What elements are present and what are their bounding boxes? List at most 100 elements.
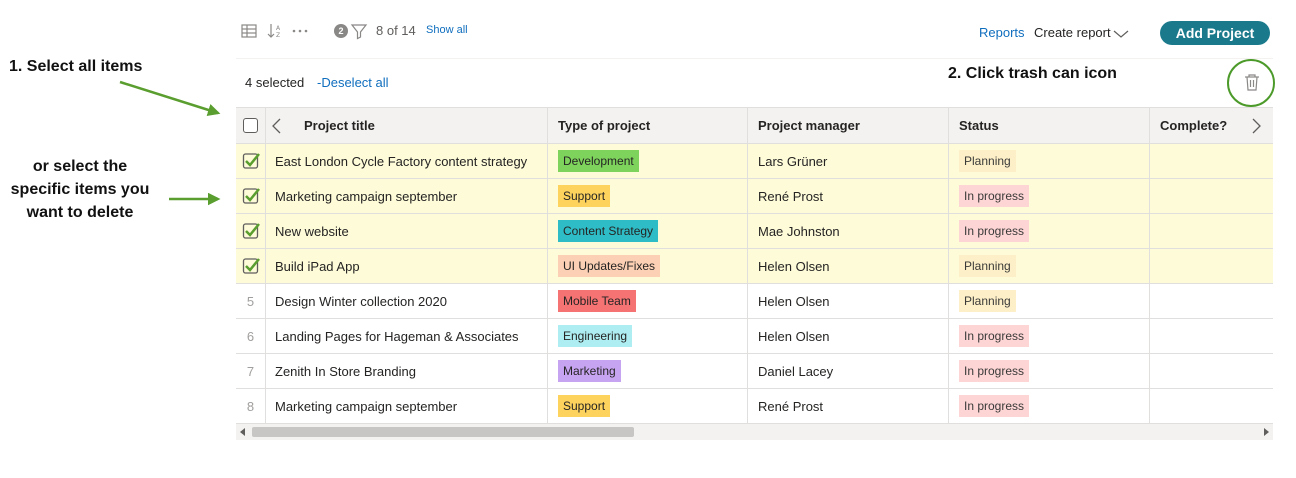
- project-title-cell[interactable]: East London Cycle Factory content strate…: [266, 144, 548, 178]
- project-title: East London Cycle Factory content strate…: [275, 153, 528, 169]
- annotation-select-specific: or select the specific items you want to…: [10, 158, 150, 221]
- project-manager-cell[interactable]: Helen Olsen: [748, 249, 949, 283]
- table-row[interactable]: New website Content Strategy Mae Johnston I…: [236, 214, 1273, 249]
- complete-cell[interactable]: [1150, 249, 1273, 283]
- scroll-right-chevron-icon[interactable]: [1252, 118, 1261, 134]
- status-cell[interactable]: Planning: [949, 249, 1150, 283]
- status-badge: In progress: [959, 360, 1030, 382]
- status-cell[interactable]: In progress: [949, 354, 1150, 388]
- project-title-cell[interactable]: Design Winter collection 2020: [266, 284, 548, 318]
- svg-text:A: A: [276, 25, 281, 32]
- annotation-select-all: 1. Select all items: [9, 58, 143, 75]
- project-type-cell[interactable]: Mobile Team: [548, 284, 748, 318]
- scroll-left-chevron-icon[interactable]: [272, 118, 281, 134]
- more-horizontal-icon[interactable]: [291, 22, 309, 40]
- status-cell[interactable]: In progress: [949, 389, 1150, 423]
- checkmark-icon: [242, 188, 260, 204]
- project-type-cell[interactable]: Support: [548, 179, 748, 213]
- trash-can-icon[interactable]: [1244, 73, 1260, 91]
- create-report-dropdown[interactable]: Create report: [1034, 25, 1129, 40]
- row-select-checkbox[interactable]: [236, 214, 266, 248]
- reports-link[interactable]: Reports: [979, 25, 1025, 40]
- project-manager-cell[interactable]: Mae Johnston: [748, 214, 949, 248]
- complete-cell[interactable]: [1150, 284, 1273, 318]
- deselect-all-link[interactable]: -Deselect all: [317, 75, 389, 90]
- project-manager-cell[interactable]: Lars Grüner: [748, 144, 949, 178]
- sort-az-icon[interactable]: A Z: [266, 22, 284, 40]
- project-title-cell[interactable]: New website: [266, 214, 548, 248]
- arrow-to-header-checkbox: [119, 80, 221, 116]
- row-select-checkbox[interactable]: 7: [236, 354, 266, 388]
- complete-cell[interactable]: [1150, 389, 1273, 423]
- project-manager-cell[interactable]: Helen Olsen: [748, 319, 949, 353]
- show-all-link[interactable]: Show all: [426, 24, 468, 36]
- scroll-left-arrow-icon[interactable]: [240, 428, 245, 436]
- table-row[interactable]: East London Cycle Factory content strate…: [236, 144, 1273, 179]
- project-manager-cell[interactable]: Daniel Lacey: [748, 354, 949, 388]
- project-manager: Helen Olsen: [758, 258, 830, 274]
- project-type-cell[interactable]: Engineering: [548, 319, 748, 353]
- project-title-cell[interactable]: Build iPad App: [266, 249, 548, 283]
- row-select-checkbox[interactable]: 5: [236, 284, 266, 318]
- project-type-tag: Marketing: [558, 360, 621, 382]
- column-header-status[interactable]: Status: [949, 108, 1150, 143]
- add-project-button[interactable]: Add Project: [1160, 21, 1270, 45]
- complete-cell[interactable]: [1150, 144, 1273, 178]
- project-manager: Helen Olsen: [758, 293, 830, 309]
- item-count: 8 of 14: [376, 23, 416, 38]
- project-manager: Mae Johnston: [758, 223, 840, 239]
- status-cell[interactable]: In progress: [949, 214, 1150, 248]
- project-title-cell[interactable]: Landing Pages for Hageman & Associates: [266, 319, 548, 353]
- column-header-type[interactable]: Type of project: [548, 108, 748, 143]
- project-manager-cell[interactable]: Helen Olsen: [748, 284, 949, 318]
- project-manager-cell[interactable]: René Prost: [748, 179, 949, 213]
- complete-cell[interactable]: [1150, 354, 1273, 388]
- table-row[interactable]: 8 Marketing campaign september Support René…: [236, 389, 1273, 424]
- table-row[interactable]: 5 Design Winter collection 2020 Mobile Tea…: [236, 284, 1273, 319]
- row-select-checkbox[interactable]: 8: [236, 389, 266, 423]
- status-cell[interactable]: Planning: [949, 284, 1150, 318]
- row-select-checkbox[interactable]: 6: [236, 319, 266, 353]
- project-manager-cell[interactable]: René Prost: [748, 389, 949, 423]
- column-header-manager[interactable]: Project manager: [748, 108, 949, 143]
- project-type-cell[interactable]: Marketing: [548, 354, 748, 388]
- select-all-checkbox[interactable]: [243, 118, 258, 133]
- project-title-cell[interactable]: Zenith In Store Branding: [266, 354, 548, 388]
- row-select-checkbox[interactable]: [236, 179, 266, 213]
- table-row[interactable]: 6 Landing Pages for Hageman & Associates E…: [236, 319, 1273, 354]
- status-cell[interactable]: In progress: [949, 179, 1150, 213]
- table-row[interactable]: Build iPad App UI Updates/Fixes Helen Olse…: [236, 249, 1273, 284]
- scrollbar-thumb[interactable]: [252, 427, 634, 437]
- status-cell[interactable]: Planning: [949, 144, 1150, 178]
- status-badge: In progress: [959, 325, 1030, 347]
- complete-cell[interactable]: [1150, 214, 1273, 248]
- project-type-cell[interactable]: UI Updates/Fixes: [548, 249, 748, 283]
- project-type-cell[interactable]: Support: [548, 389, 748, 423]
- project-type-tag: Support: [558, 395, 611, 417]
- column-header-title[interactable]: Project title: [266, 108, 548, 143]
- project-type-cell[interactable]: Development: [548, 144, 748, 178]
- horizontal-scrollbar[interactable]: [236, 424, 1273, 440]
- row-select-checkbox[interactable]: [236, 144, 266, 178]
- status-cell[interactable]: In progress: [949, 319, 1150, 353]
- row-select-checkbox[interactable]: [236, 249, 266, 283]
- project-title-cell[interactable]: Marketing campaign september: [266, 179, 548, 213]
- table-row[interactable]: Marketing campaign september Support René …: [236, 179, 1273, 214]
- complete-cell[interactable]: [1150, 179, 1273, 213]
- status-badge: In progress: [959, 185, 1030, 207]
- select-all-cell[interactable]: [236, 108, 266, 143]
- project-manager: René Prost: [758, 188, 824, 204]
- project-title-cell[interactable]: Marketing campaign september: [266, 389, 548, 423]
- table-row[interactable]: 7 Zenith In Store Branding Marketing Daniel…: [236, 354, 1273, 389]
- annotation-click-trash: 2. Click trash can icon: [948, 65, 1117, 82]
- project-manager: Daniel Lacey: [758, 363, 834, 379]
- column-header-label: Type of project: [558, 118, 651, 133]
- scroll-right-arrow-icon[interactable]: [1264, 428, 1269, 436]
- complete-cell[interactable]: [1150, 319, 1273, 353]
- table-grid-icon[interactable]: [240, 22, 258, 40]
- project-type-tag: UI Updates/Fixes: [558, 255, 661, 277]
- project-type-cell[interactable]: Content Strategy: [548, 214, 748, 248]
- project-manager: Helen Olsen: [758, 328, 830, 344]
- project-title: Design Winter collection 2020: [275, 293, 447, 309]
- filter-icon[interactable]: [350, 22, 368, 40]
